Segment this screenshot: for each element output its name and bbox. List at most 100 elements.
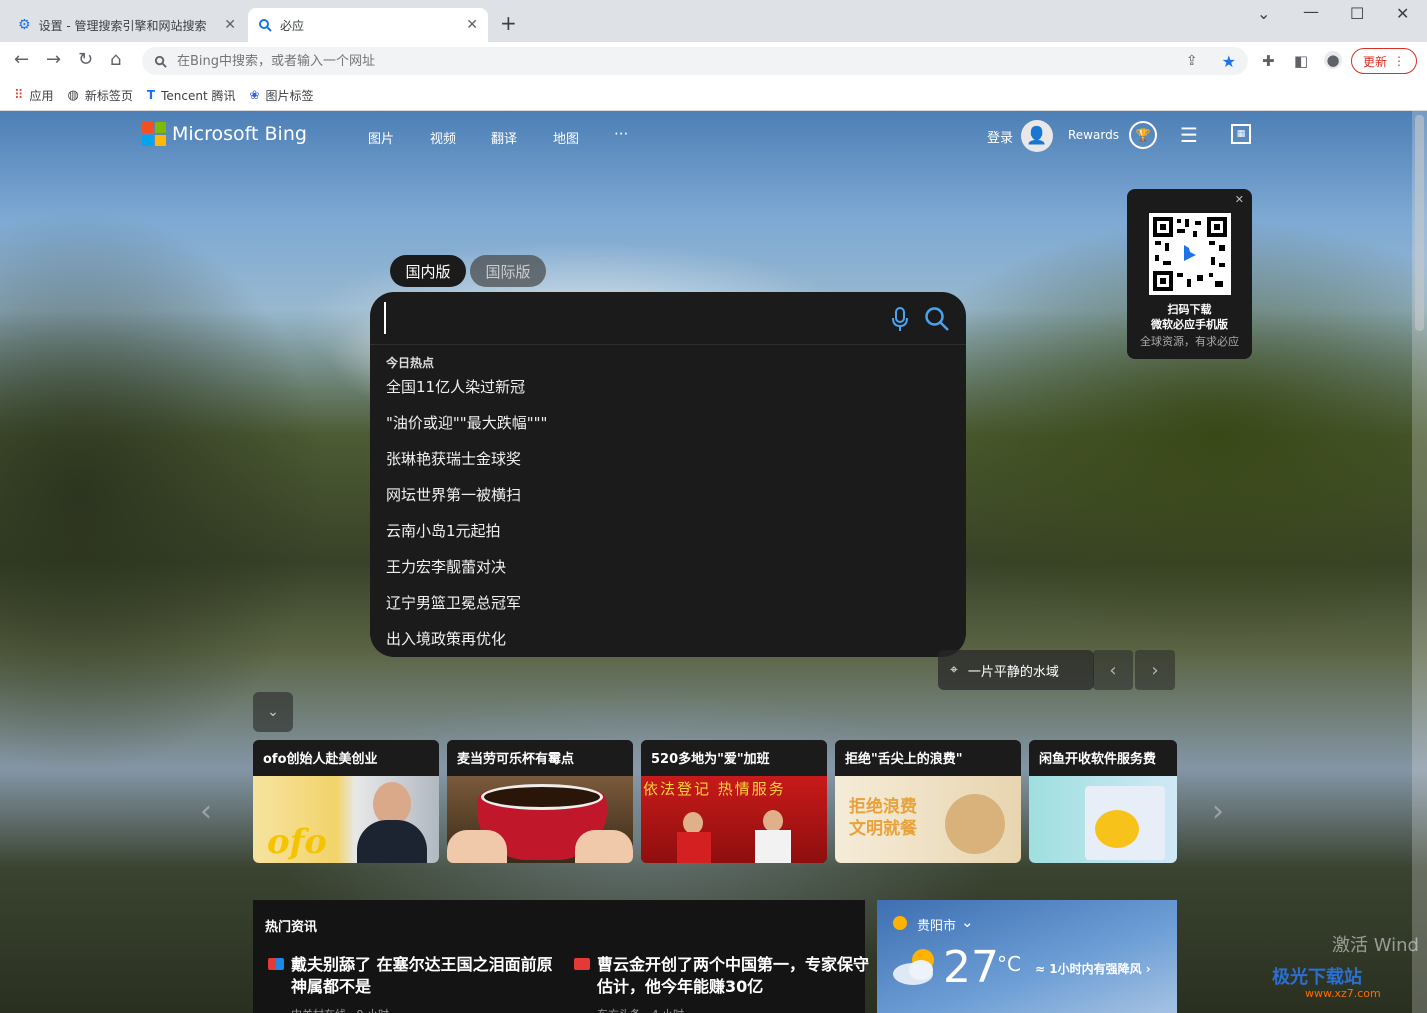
nav-maps[interactable]: 地图 [553, 128, 579, 147]
tab-settings[interactable]: ⚙ 设置 - 管理搜索引擎和网站搜索 ✕ [8, 8, 246, 42]
suggestion-item[interactable]: 网坛世界第一被横扫 [386, 484, 521, 505]
activation-watermark: 激活 Wind [1332, 935, 1419, 956]
carousel-next-icon[interactable]: › [1212, 794, 1224, 829]
chevron-down-icon[interactable]: ⌄ [961, 913, 974, 931]
gear-icon: ⚙ [18, 17, 31, 33]
sun-cloud-icon [893, 916, 907, 930]
bookmark-apps[interactable]: ⠿ 应用 [14, 87, 54, 104]
home-button[interactable]: ⌂ [110, 50, 121, 70]
scope-domestic-button[interactable]: 国内版 [390, 255, 466, 287]
close-tab-icon[interactable]: ✕ [466, 17, 478, 33]
card-image: 依法登记 热情服务 [641, 776, 827, 863]
share-icon[interactable]: ⇪ [1186, 53, 1198, 69]
bookmark-new-tab[interactable]: ◍ 新标签页 [68, 87, 133, 104]
tab-title: 必应 [280, 18, 305, 33]
news-source: 中关村在线 · 9 小时 [291, 1004, 566, 1013]
scrollbar[interactable] [1412, 111, 1427, 1013]
maximize-button[interactable]: ☐ [1350, 4, 1364, 23]
search-input[interactable] [384, 302, 874, 334]
tab-search-chevron-icon[interactable]: ⌄ [1257, 4, 1270, 23]
previous-image-button[interactable]: ‹ [1093, 650, 1133, 690]
paw-icon: ❀ [249, 88, 260, 102]
address-bar[interactable]: ⇪ ★ [142, 47, 1248, 75]
tab-title: 设置 - 管理搜索引擎和网站搜索 [38, 18, 207, 33]
rewards-label: Rewards [1068, 128, 1119, 142]
search-icon[interactable] [924, 306, 950, 332]
address-input[interactable] [177, 53, 1176, 69]
qr-code-icon[interactable]: ▦ [1231, 124, 1251, 144]
more-menu-icon: ⋮ [1393, 54, 1405, 68]
news-item[interactable]: 戴夫别舔了 在塞尔达王国之泪面前原神属都不是 中关村在线 · 9 小时 [291, 954, 566, 1013]
microphone-icon[interactable] [890, 306, 910, 332]
forward-button[interactable]: → [46, 50, 61, 70]
suggestion-item[interactable]: 辽宁男篮卫冕总冠军 [386, 592, 521, 613]
back-button[interactable]: ← [14, 50, 29, 70]
qr-line3: 全球资源，有求必应 [1140, 335, 1239, 348]
rewards-button[interactable]: Rewards 🏆 [1068, 121, 1157, 149]
close-window-button[interactable]: ✕ [1396, 4, 1409, 23]
news-card[interactable]: 拒绝"舌尖上的浪费" 拒绝浪费 文明就餐 [835, 740, 1021, 863]
suggestion-item[interactable]: 张琳艳获瑞士金球奖 [386, 448, 521, 469]
suggestion-item[interactable]: 云南小岛1元起拍 [386, 520, 501, 541]
weather-unit: °C [997, 952, 1021, 976]
microsoft-logo-icon [142, 122, 166, 146]
browser-window: ⚙ 设置 - 管理搜索引擎和网站搜索 ✕ 必应 ✕ + ⌄ — ☐ ✕ ← → … [0, 0, 1427, 1013]
update-button[interactable]: 更新 ⋮ [1351, 48, 1417, 74]
tab-strip: ⚙ 设置 - 管理搜索引擎和网站搜索 ✕ 必应 ✕ + ⌄ — ☐ ✕ [0, 0, 1427, 42]
collapse-feed-button[interactable]: ⌄ [253, 692, 293, 732]
nav-translate[interactable]: 翻译 [491, 128, 517, 147]
card-image [447, 776, 633, 863]
divider [370, 344, 966, 345]
bookmark-star-icon[interactable]: ★ [1222, 52, 1236, 71]
weather-city: 贵阳市 [917, 919, 957, 934]
qr-download-panel: ✕ 扫码下载 微软必应手机版 全球资源，有求必应 [1127, 189, 1252, 359]
next-image-button[interactable]: › [1135, 650, 1175, 690]
minimize-button[interactable]: — [1303, 2, 1319, 21]
weather-widget[interactable]: 贵阳市 ⌄ 27 °C ≈ 1小时内有强降风 › [877, 900, 1177, 1013]
suggestion-item[interactable]: 出入境政策再优化 [386, 628, 506, 649]
suggestion-item[interactable]: "油价或迎""最大跌幅""" [386, 412, 547, 433]
news-item[interactable]: 曹云金开创了两个中国第一，专家保守估计，他今年能赚30亿 东方头条 · 4 小时 [597, 954, 872, 1013]
weather-alert[interactable]: ≈ 1小时内有强降风 › [1035, 960, 1151, 977]
nav-images[interactable]: 图片 [368, 128, 394, 147]
login-button[interactable]: 登录 👤 [987, 120, 1054, 152]
side-panel-icon[interactable]: ◧ [1294, 52, 1308, 70]
nav-more[interactable]: ··· [614, 125, 628, 143]
trending-header: 今日热点 [386, 356, 435, 370]
news-card[interactable]: 520多地为"爱"加班 依法登记 热情服务 [641, 740, 827, 863]
suggestion-item[interactable]: 王力宏李靓蕾对决 [386, 556, 506, 577]
news-headline: 曹云金开创了两个中国第一，专家保守估计，他今年能赚30亿 [597, 955, 870, 996]
tab-bing[interactable]: 必应 ✕ [248, 8, 488, 42]
hamburger-menu-icon[interactable]: ☰ [1180, 123, 1198, 147]
news-card[interactable]: 闲鱼开收软件服务费 [1029, 740, 1177, 863]
tencent-icon: T [146, 88, 156, 102]
card-image: ofo [253, 776, 439, 863]
nav-videos[interactable]: 视频 [430, 128, 456, 147]
reload-button[interactable]: ↻ [78, 50, 93, 70]
bookmarks-bar: ⠿ 应用 ◍ 新标签页 T Tencent 腾讯 ❀ 图片标签 [0, 80, 1427, 111]
bing-logo[interactable]: Microsoft Bing [142, 122, 307, 146]
bookmark-image-tags[interactable]: ❀ 图片标签 [249, 87, 313, 104]
suggestion-item[interactable]: 全国11亿人染过新冠 [386, 376, 525, 397]
card-title: 麦当劳可乐杯有霉点 [447, 740, 633, 776]
scrollbar-thumb[interactable] [1415, 115, 1424, 331]
scope-international-button[interactable]: 国际版 [470, 255, 546, 287]
news-source-icon [574, 958, 590, 970]
qr-line1: 扫码下载 [1167, 303, 1212, 316]
extensions-icon[interactable]: ✚ [1262, 52, 1275, 70]
search-icon [259, 19, 272, 32]
globe-icon: ◍ [67, 87, 79, 103]
chevron-right-icon: › [1145, 962, 1151, 976]
news-card[interactable]: ofo创始人赴美创业 ofo [253, 740, 439, 863]
new-tab-button[interactable]: + [500, 13, 517, 33]
brand-name: Microsoft Bing [172, 123, 307, 145]
browser-toolbar: ← → ↻ ⌂ ⇪ ★ ✚ ◧ ● 更新 ⋮ [0, 42, 1427, 80]
profile-icon[interactable]: ● [1324, 51, 1342, 69]
carousel-prev-icon[interactable]: ‹ [200, 794, 212, 829]
qr-line2: 微软必应手机版 [1151, 318, 1228, 331]
close-icon[interactable]: ✕ [1235, 193, 1244, 206]
close-tab-icon[interactable]: ✕ [224, 17, 236, 33]
image-location-chip[interactable]: ⌖ 一片平静的水域 [938, 650, 1094, 690]
bookmark-tencent[interactable]: T Tencent 腾讯 [147, 87, 236, 104]
news-card[interactable]: 麦当劳可乐杯有霉点 [447, 740, 633, 863]
